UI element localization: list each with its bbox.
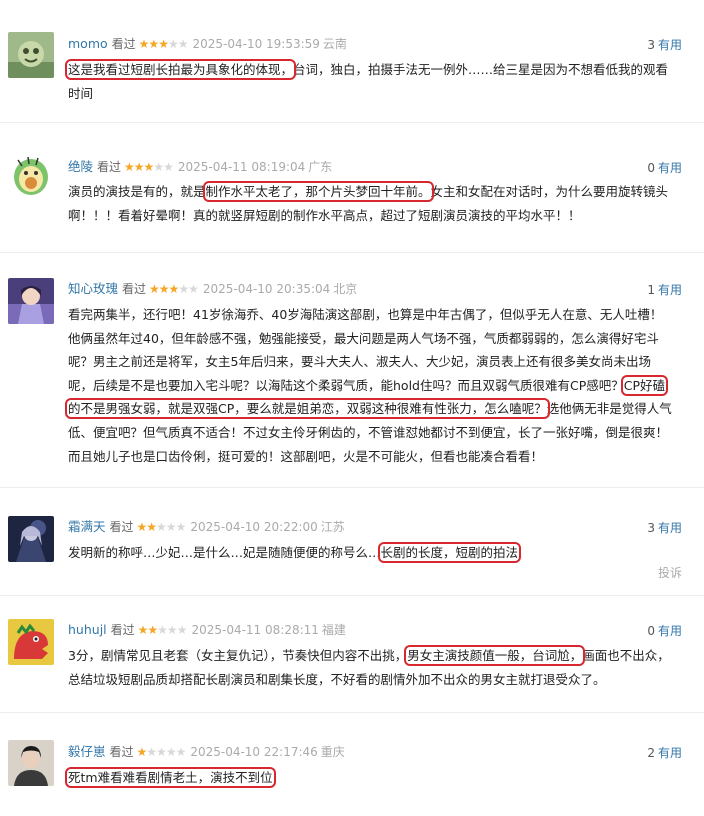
star-filled-icon: ★ (136, 745, 148, 759)
rating-stars: ★★★★★ (149, 282, 199, 296)
review-location: 北京 (333, 282, 358, 296)
review-meta: 毅仔崽 看过 ★★★★★ 2025-04-10 22:17:46 重庆 (68, 744, 345, 760)
divider (0, 487, 704, 488)
review-text-part: 演员的演技是有的，就是 (68, 184, 206, 199)
highlighted-text: 制作水平太老了，那个片头梦回十年前。 (202, 181, 434, 202)
rating-stars: ★★★★★ (137, 623, 188, 637)
useful-button[interactable]: 有用 (658, 521, 682, 535)
useful-button[interactable]: 有用 (658, 746, 682, 760)
review-text: 这是我看过短剧长拍最为具象化的体现，台词，独白，拍摄手法无一例外……给三星是因为… (64, 58, 674, 105)
star-empty-icon: ★★ (167, 37, 188, 51)
highlighted-text: 死tm难看难看剧情老土，演技不到位 (65, 767, 276, 788)
watched-label: 看过 (109, 520, 134, 534)
review-meta: 绝陵 看过 ★★★★★ 2025-04-11 08:19:04 广东 (68, 159, 332, 175)
user-avatar[interactable] (8, 152, 54, 198)
divider (0, 252, 704, 253)
review-meta: 知心玫瑰 看过 ★★★★★ 2025-04-10 20:35:04 北京 (68, 281, 357, 297)
review-text-part: 看完两集半，还行吧！41岁徐海乔、40岁海陆演这部剧，也算是中年古偶了，但似乎无… (68, 307, 663, 393)
useful-button[interactable]: 有用 (658, 624, 682, 638)
divider (0, 712, 704, 713)
review-text: 发明新的称呼…少妃…是什么…妃是随随便便的称号么…长剧的长度，短剧的拍法 (68, 541, 674, 565)
review-location: 福建 (321, 623, 346, 637)
useful-count: 0 (647, 624, 655, 638)
star-empty-icon: ★★ (153, 160, 173, 174)
divider (0, 122, 704, 123)
green-cartoon-avatar-icon (8, 32, 54, 78)
useful-count: 3 (647, 38, 655, 52)
useful-vote[interactable]: 3 有用 (647, 36, 682, 53)
username-link[interactable]: 绝陵 (68, 159, 93, 174)
red-dinosaur-avatar-icon (8, 619, 54, 665)
review-location: 江苏 (320, 520, 345, 534)
anime-character-avatar-icon (8, 278, 54, 324)
star-filled-icon: ★★ (136, 520, 157, 534)
star-empty-icon: ★★★★ (146, 745, 186, 759)
username-link[interactable]: 霜满天 (68, 519, 106, 534)
star-empty-icon: ★★★ (156, 520, 186, 534)
username-link[interactable]: 毅仔崽 (68, 744, 106, 759)
username-link[interactable]: huhujl (68, 622, 107, 637)
username-link[interactable]: momo (68, 36, 108, 51)
report-link[interactable]: 投诉 (658, 564, 682, 581)
useful-vote[interactable]: 1 有用 (647, 281, 682, 298)
user-avatar[interactable] (8, 619, 54, 665)
useful-count: 3 (647, 521, 655, 535)
rating-stars: ★★★★★ (124, 160, 174, 174)
review-location: 广东 (308, 160, 333, 174)
review-location: 重庆 (320, 745, 345, 759)
divider (0, 595, 704, 596)
star-filled-icon: ★★★ (138, 37, 169, 51)
star-filled-icon: ★★ (137, 623, 158, 637)
useful-count: 0 (647, 161, 655, 175)
useful-vote[interactable]: 0 有用 (647, 622, 682, 639)
username-link[interactable]: 知心玫瑰 (68, 281, 118, 296)
highlighted-text: 长剧的长度，短剧的拍法 (377, 542, 522, 563)
star-filled-icon: ★★★ (124, 160, 154, 174)
useful-button[interactable]: 有用 (658, 38, 682, 52)
watched-label: 看过 (122, 282, 147, 296)
star-empty-icon: ★★ (178, 282, 198, 296)
rating-stars: ★★★★★ (136, 745, 187, 759)
review-time: 2025-04-11 08:28:11 (191, 623, 319, 637)
useful-count: 2 (647, 746, 655, 760)
review-text-part: 发明新的称呼…少妃…是什么…妃是随随便便的称号么… (68, 545, 381, 560)
watched-label: 看过 (97, 160, 122, 174)
user-avatar[interactable] (8, 516, 54, 562)
user-avatar[interactable] (8, 278, 54, 324)
useful-vote[interactable]: 2 有用 (647, 744, 682, 761)
review-text-part: 3分，剧情常见且老套（女主复仇记），节奏快但内容不出挑， (68, 648, 408, 663)
useful-button[interactable]: 有用 (658, 161, 682, 175)
useful-vote[interactable]: 0 有用 (647, 159, 682, 176)
highlighted-text: 这是我看过短剧长拍最为具象化的体现， (64, 59, 297, 80)
dark-anime-avatar-icon (8, 516, 54, 562)
portrait-photo-avatar-icon (8, 740, 54, 786)
star-filled-icon: ★★★ (149, 282, 179, 296)
review-text: 3分，剧情常见且老套（女主复仇记），节奏快但内容不出挑，男女主演技颜值一般，台词… (68, 644, 674, 691)
user-avatar[interactable] (8, 740, 54, 786)
review-meta: huhujl 看过 ★★★★★ 2025-04-11 08:28:11 福建 (68, 622, 346, 638)
useful-count: 1 (647, 283, 655, 297)
rating-stars: ★★★★★ (138, 37, 189, 51)
review-time: 2025-04-10 20:35:04 (202, 282, 331, 296)
highlighted-text: 男女主演技颜值一般，台词尬， (404, 645, 586, 666)
review-text: 看完两集半，还行吧！41岁徐海乔、40岁海陆演这部剧，也算是中年古偶了，但似乎无… (64, 303, 674, 468)
useful-button[interactable]: 有用 (658, 283, 682, 297)
review-meta: 霜满天 看过 ★★★★★ 2025-04-10 20:22:00 江苏 (68, 519, 345, 535)
review-meta: momo 看过 ★★★★★ 2025-04-10 19:53:59 云南 (68, 36, 347, 52)
rating-stars: ★★★★★ (136, 520, 187, 534)
star-empty-icon: ★★★ (157, 623, 187, 637)
useful-vote[interactable]: 3 有用 (647, 519, 682, 536)
review-time: 2025-04-10 22:17:46 (190, 745, 318, 759)
avocado-cartoon-avatar-icon (8, 152, 54, 198)
review-time: 2025-04-11 08:19:04 (177, 160, 306, 174)
review-text: 演员的演技是有的，就是制作水平太老了，那个片头梦回十年前。女主和女配在对话时，为… (68, 180, 674, 227)
review-time: 2025-04-10 20:22:00 (190, 520, 318, 534)
user-avatar[interactable] (8, 32, 54, 78)
watched-label: 看过 (110, 623, 135, 637)
review-text: 死tm难看难看剧情老土，演技不到位 (65, 766, 674, 790)
watched-label: 看过 (111, 37, 136, 51)
watched-label: 看过 (109, 745, 134, 759)
review-time: 2025-04-10 19:53:59 (192, 37, 320, 51)
review-location: 云南 (322, 37, 347, 51)
